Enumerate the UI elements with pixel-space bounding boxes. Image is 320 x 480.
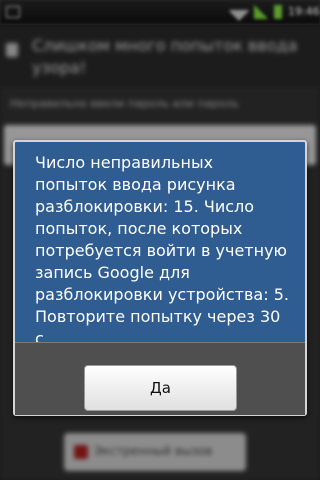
signal-icon <box>254 5 268 19</box>
screen: 19:46 Слишком много попыток ввода узора!… <box>0 0 320 480</box>
status-clock: 19:46 <box>288 5 320 18</box>
battery-icon <box>274 5 282 19</box>
status-bar: 19:46 <box>0 0 320 25</box>
ok-button[interactable]: Да <box>84 365 237 411</box>
alert-dialog: Число неправильных попыток ввода рисунка… <box>13 140 307 416</box>
wifi-icon <box>229 1 249 21</box>
dialog-message: Число неправильных попыток ввода рисунка… <box>35 153 289 348</box>
sim-icon <box>6 6 20 18</box>
dialog-button-bar: Да <box>15 342 305 415</box>
